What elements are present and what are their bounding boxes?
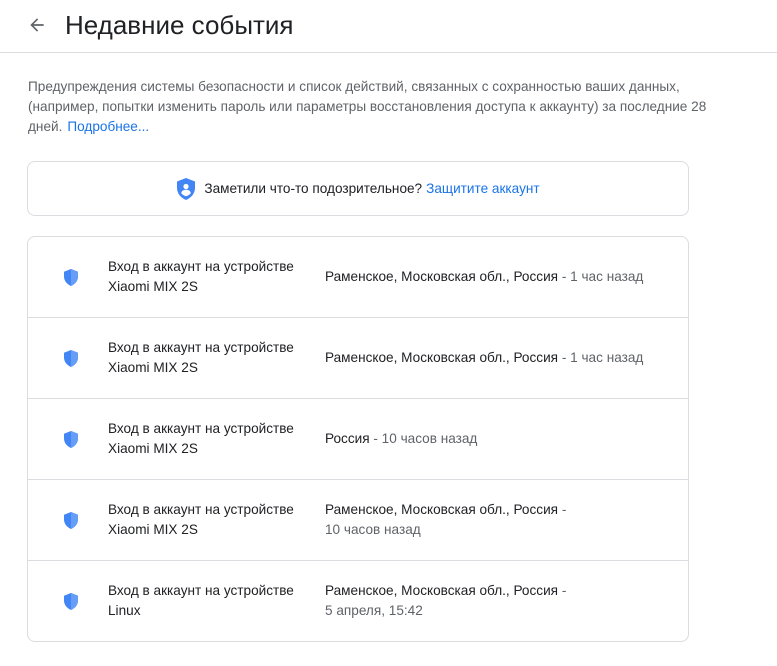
event-device: Xiaomi MIX 2S	[108, 360, 198, 375]
event-description: Вход в аккаунт на устройстве Xiaomi MIX …	[108, 338, 318, 378]
event-action: Вход в аккаунт на устройстве	[108, 259, 294, 274]
event-separator: -	[558, 502, 567, 517]
event-time: 1 час назад	[570, 269, 644, 284]
protect-account-link[interactable]: Защитите аккаунт	[426, 181, 539, 196]
event-row[interactable]: Вход в аккаунт на устройстве Xiaomi MIX …	[28, 399, 688, 480]
event-location: Раменское, Московская обл., Россия	[325, 350, 559, 365]
event-row[interactable]: Вход в аккаунт на устройстве Xiaomi MIX …	[28, 480, 688, 561]
event-description: Вход в аккаунт на устройстве Xiaomi MIX …	[108, 500, 318, 540]
event-action: Вход в аккаунт на устройстве	[108, 421, 294, 436]
event-description: Вход в аккаунт на устройстве Xiaomi MIX …	[108, 419, 318, 459]
event-location-time: Россия - 10 часов назад	[325, 429, 665, 449]
event-separator: -	[369, 431, 382, 446]
event-time: 1 час назад	[570, 350, 644, 365]
shield-icon	[63, 431, 79, 448]
event-separator: -	[558, 269, 571, 284]
events-list: Вход в аккаунт на устройстве Xiaomi MIX …	[27, 236, 689, 642]
event-separator: -	[558, 583, 567, 598]
back-button[interactable]	[24, 12, 50, 38]
event-time: 5 апреля, 15:42	[325, 603, 423, 618]
event-row[interactable]: Вход в аккаунт на устройстве Xiaomi MIX …	[28, 237, 688, 318]
protect-question: Заметили что-то подозрительное?	[204, 181, 423, 196]
event-time: 10 часов назад	[381, 431, 478, 446]
shield-icon	[63, 269, 79, 286]
event-action: Вход в аккаунт на устройстве	[108, 583, 294, 598]
event-action: Вход в аккаунт на устройстве	[108, 340, 294, 355]
page-header: Недавние события	[0, 0, 777, 53]
page-title: Недавние события	[65, 10, 294, 40]
event-device: Linux	[108, 603, 141, 618]
event-description: Вход в аккаунт на устройстве Xiaomi MIX …	[108, 257, 318, 297]
event-location-time: Раменское, Московская обл., Россия - 1 ч…	[325, 267, 665, 287]
shield-icon	[63, 512, 79, 529]
event-device: Xiaomi MIX 2S	[108, 279, 198, 294]
event-location-time: Раменское, Московская обл., Россия - 10 …	[325, 500, 665, 540]
event-location-time: Раменское, Московская обл., Россия - 5 а…	[325, 581, 665, 621]
event-description: Вход в аккаунт на устройстве Linux	[108, 581, 318, 621]
event-location: Россия	[325, 431, 370, 446]
shield-person-icon	[176, 177, 196, 200]
event-time: 10 часов назад	[325, 522, 421, 537]
event-device: Xiaomi MIX 2S	[108, 522, 198, 537]
protect-account-card: Заметили что-то подозрительное? Защитите…	[27, 161, 689, 216]
learn-more-link[interactable]: Подробнее...	[67, 119, 149, 134]
event-separator: -	[558, 350, 571, 365]
arrow-left-icon	[30, 18, 44, 32]
event-location: Раменское, Московская обл., Россия	[325, 583, 559, 598]
event-device: Xiaomi MIX 2S	[108, 441, 198, 456]
event-action: Вход в аккаунт на устройстве	[108, 502, 294, 517]
shield-icon	[63, 350, 79, 367]
event-location: Раменское, Московская обл., Россия	[325, 269, 559, 284]
shield-icon	[63, 593, 79, 610]
event-row[interactable]: Вход в аккаунт на устройстве Xiaomi MIX …	[28, 318, 688, 399]
intro-description: Предупреждения системы безопасности и сп…	[28, 77, 708, 137]
event-location: Раменское, Московская обл., Россия	[325, 502, 559, 517]
event-location-time: Раменское, Московская обл., Россия - 1 ч…	[325, 348, 665, 368]
event-row[interactable]: Вход в аккаунт на устройстве Linux Рамен…	[28, 561, 688, 641]
